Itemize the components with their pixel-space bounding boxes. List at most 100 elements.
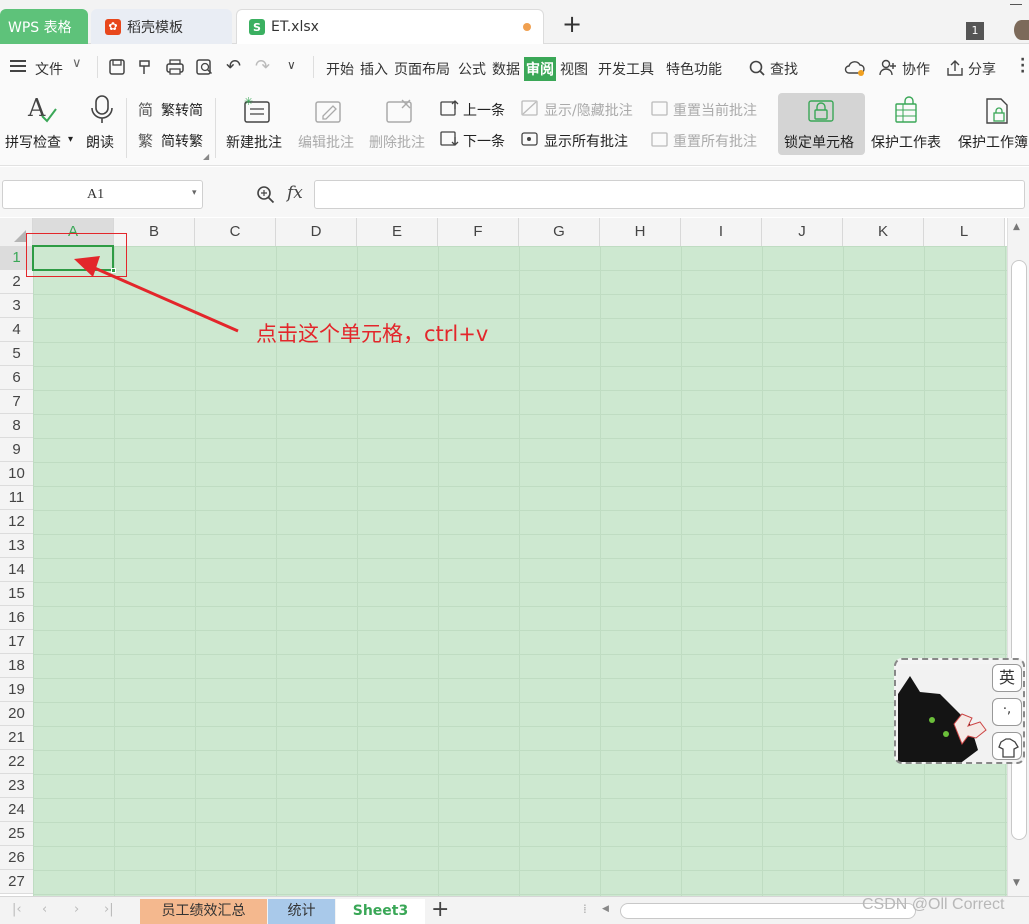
- menu-formula[interactable]: 公式: [458, 59, 486, 79]
- next-sheet-icon[interactable]: ›: [74, 902, 79, 917]
- dropdown-arrow-icon[interactable]: ▾: [68, 134, 73, 145]
- find-button[interactable]: 查找: [770, 59, 798, 79]
- chevron-down-icon[interactable]: ∨: [72, 56, 82, 71]
- row-header-3[interactable]: 3: [0, 294, 33, 318]
- menu-view[interactable]: 视图: [560, 59, 588, 79]
- column-header-J[interactable]: J: [762, 218, 843, 246]
- ime-skin-button[interactable]: [992, 732, 1022, 760]
- sheet-tab-performance[interactable]: 员工绩效汇总: [140, 899, 267, 924]
- row-header-26[interactable]: 26: [0, 846, 33, 870]
- group-expand-icon[interactable]: ◢: [203, 152, 209, 161]
- row-header-14[interactable]: 14: [0, 558, 33, 582]
- menu-page-layout[interactable]: 页面布局: [394, 59, 450, 79]
- avatar[interactable]: [1014, 20, 1029, 40]
- trad-to-simp-button[interactable]: 繁转简: [161, 100, 203, 120]
- share-icon[interactable]: [945, 58, 965, 78]
- row-header-4[interactable]: 4: [0, 318, 33, 342]
- row-header-24[interactable]: 24: [0, 798, 33, 822]
- column-header-K[interactable]: K: [843, 218, 924, 246]
- search-icon[interactable]: [748, 59, 766, 77]
- undo-icon[interactable]: ↶: [226, 56, 241, 77]
- show-all-comments-button[interactable]: 显示所有批注: [544, 131, 628, 151]
- row-header-9[interactable]: 9: [0, 438, 33, 462]
- print-icon[interactable]: [165, 58, 185, 76]
- hamburger-icon[interactable]: [10, 60, 26, 72]
- share-button[interactable]: 分享: [968, 59, 996, 79]
- column-header-H[interactable]: H: [600, 218, 681, 246]
- protect-workbook-button[interactable]: 保护工作簿: [958, 135, 1028, 151]
- row-header-10[interactable]: 10: [0, 462, 33, 486]
- ime-widget[interactable]: 英 ·,: [894, 658, 1025, 764]
- row-header-15[interactable]: 15: [0, 582, 33, 606]
- redo-icon[interactable]: ↷: [255, 56, 270, 77]
- row-header-23[interactable]: 23: [0, 774, 33, 798]
- name-box[interactable]: A1 ▾: [2, 180, 203, 209]
- tab-wps-spreadsheet[interactable]: WPS 表格: [0, 9, 88, 44]
- column-header-G[interactable]: G: [519, 218, 600, 246]
- minimize-icon[interactable]: [1010, 4, 1022, 5]
- row-header-8[interactable]: 8: [0, 414, 33, 438]
- column-header-I[interactable]: I: [681, 218, 762, 246]
- save-icon[interactable]: [108, 58, 126, 76]
- column-header-F[interactable]: F: [438, 218, 519, 246]
- column-header-L[interactable]: L: [924, 218, 1005, 246]
- fx-icon[interactable]: fx: [287, 183, 303, 203]
- row-header-27[interactable]: 27: [0, 870, 33, 894]
- sheet-tab-stats[interactable]: 统计: [268, 899, 335, 924]
- row-header-21[interactable]: 21: [0, 726, 33, 750]
- splitter-icon[interactable]: ⁞: [583, 902, 587, 916]
- read-aloud-button[interactable]: 朗读: [86, 132, 114, 152]
- row-header-25[interactable]: 25: [0, 822, 33, 846]
- next-comment-button[interactable]: 下一条: [463, 131, 505, 151]
- ime-language-toggle[interactable]: 英: [992, 664, 1022, 692]
- row-header-7[interactable]: 7: [0, 390, 33, 414]
- first-sheet-icon[interactable]: |‹: [12, 902, 22, 917]
- lock-cell-button[interactable]: 锁定单元格: [784, 132, 854, 152]
- cell-area[interactable]: [33, 246, 1007, 896]
- collaborate-icon[interactable]: [878, 58, 898, 78]
- cloud-sync-icon[interactable]: [844, 58, 866, 78]
- protect-sheet-button[interactable]: 保护工作表: [871, 132, 941, 152]
- row-header-16[interactable]: 16: [0, 606, 33, 630]
- formula-input[interactable]: [314, 180, 1025, 209]
- prev-sheet-icon[interactable]: ‹: [42, 902, 47, 917]
- sheet-tab-sheet3[interactable]: Sheet3: [336, 899, 425, 924]
- simp-to-trad-button[interactable]: 简转繁: [161, 131, 203, 151]
- new-comment-button[interactable]: 新建批注: [226, 132, 282, 152]
- prev-comment-button[interactable]: 上一条: [463, 100, 505, 120]
- show-hide-comment-button[interactable]: 显示/隐藏批注: [544, 100, 633, 120]
- column-header-D[interactable]: D: [276, 218, 357, 246]
- row-header-18[interactable]: 18: [0, 654, 33, 678]
- scroll-left-icon[interactable]: ◀: [602, 904, 609, 914]
- last-sheet-icon[interactable]: ›|: [104, 902, 114, 917]
- menu-start[interactable]: 开始: [326, 59, 354, 79]
- row-header-11[interactable]: 11: [0, 486, 33, 510]
- row-header-5[interactable]: 5: [0, 342, 33, 366]
- row-header-20[interactable]: 20: [0, 702, 33, 726]
- row-header-22[interactable]: 22: [0, 750, 33, 774]
- row-header-17[interactable]: 17: [0, 630, 33, 654]
- new-tab-plus-icon[interactable]: +: [562, 12, 582, 36]
- menu-features[interactable]: 特色功能: [666, 59, 722, 79]
- row-header-6[interactable]: 6: [0, 366, 33, 390]
- ime-punctuation-toggle[interactable]: ·,: [992, 698, 1022, 726]
- row-header-13[interactable]: 13: [0, 534, 33, 558]
- name-box-chevron-icon[interactable]: ▾: [192, 188, 197, 198]
- print-preview-icon[interactable]: [195, 58, 215, 76]
- menu-insert[interactable]: 插入: [360, 59, 388, 79]
- reset-current-comment-button[interactable]: 重置当前批注: [673, 100, 757, 120]
- column-header-E[interactable]: E: [357, 218, 438, 246]
- window-count-badge[interactable]: 1: [966, 22, 984, 40]
- column-header-C[interactable]: C: [195, 218, 276, 246]
- edit-comment-button[interactable]: 编辑批注: [298, 132, 354, 152]
- scroll-down-icon[interactable]: ▼: [1013, 878, 1020, 888]
- row-header-19[interactable]: 19: [0, 678, 33, 702]
- tab-docer-templates[interactable]: ✿ 稻壳模板: [91, 9, 232, 44]
- collab-button[interactable]: 协作: [902, 59, 930, 79]
- menu-developer[interactable]: 开发工具: [598, 59, 654, 79]
- tab-et-xlsx[interactable]: S ET.xlsx: [236, 9, 544, 44]
- spell-check-button[interactable]: 拼写检查: [5, 132, 61, 152]
- file-menu[interactable]: 文件: [35, 59, 63, 79]
- scroll-up-icon[interactable]: ▲: [1013, 222, 1020, 232]
- menu-review-active[interactable]: 审阅: [524, 57, 556, 81]
